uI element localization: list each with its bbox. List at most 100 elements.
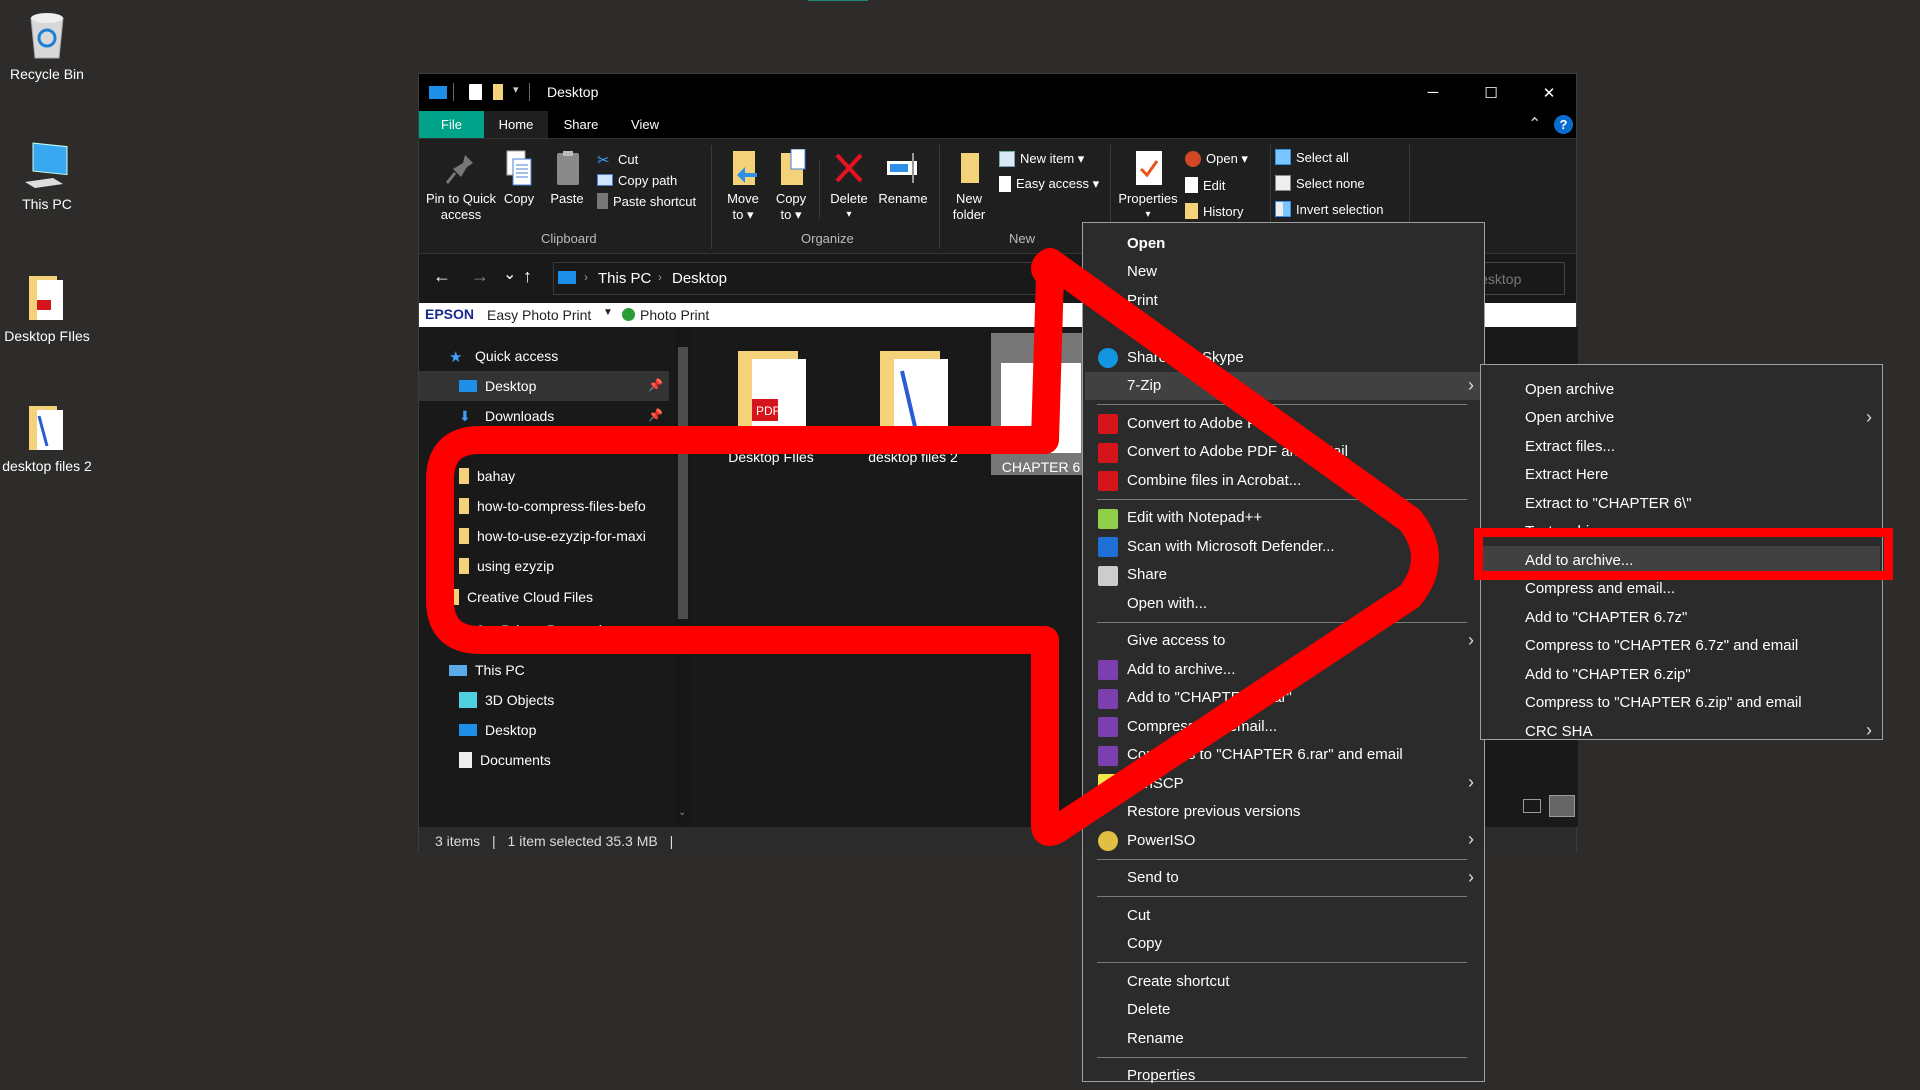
nav-item-desktop-pc[interactable]: Desktop <box>419 715 669 745</box>
breadcrumb-this-pc[interactable]: This PC <box>598 270 651 287</box>
large-icons-view-icon[interactable] <box>1549 795 1575 817</box>
context-menu-item-winscp[interactable]: WinSCP › <box>1085 769 1482 797</box>
new-folder-button[interactable]: New folder <box>945 149 993 223</box>
open-button[interactable]: Open ▾ <box>1185 149 1248 169</box>
nav-item-bahay[interactable]: bahay <box>419 461 669 491</box>
context-menu-item-combine-files-in-acrobat[interactable]: Combine files in Acrobat... <box>1085 466 1482 494</box>
scrollbar-thumb[interactable] <box>678 347 688 619</box>
customize-quick-access-icon[interactable]: ▾ <box>513 83 519 96</box>
context-menu-item-convert-to-adobe-pdf[interactable]: Convert to Adobe PDF <box>1085 409 1482 437</box>
easy-access-button[interactable]: Easy access ▾ <box>999 174 1099 194</box>
context-menu-item-add-to-archive[interactable]: Add to archive... <box>1085 655 1482 683</box>
paste-shortcut-button[interactable]: Paste shortcut <box>597 191 696 211</box>
forward-button[interactable]: → <box>471 266 489 287</box>
nav-item-pictures[interactable]: Pictures 📌 <box>419 431 669 461</box>
collapse-ribbon-icon[interactable]: ⌃ <box>1528 114 1541 134</box>
nav-item-downloads[interactable]: ⬇ Downloads 📌 <box>419 401 669 431</box>
photo-print-button[interactable]: Photo Print <box>640 307 709 323</box>
pin-to-quick-access-button[interactable]: Pin to Quick access <box>425 149 497 223</box>
desktop-icon-desktop-files[interactable]: Desktop FIles <box>0 270 95 344</box>
properties-button[interactable]: Properties ▾ <box>1115 149 1181 223</box>
7zip-menu-item-extract-files[interactable]: Extract files... <box>1483 432 1880 460</box>
7zip-menu-item-compress-to-chapter-6-7z-and-email[interactable]: Compress to "CHAPTER 6.7z" and email <box>1483 632 1880 660</box>
7zip-menu-item-add-to-chapter-6-7z[interactable]: Add to "CHAPTER 6.7z" <box>1483 603 1880 631</box>
context-menu-item-properties[interactable]: Properties <box>1085 1062 1482 1090</box>
scroll-down-icon[interactable]: ⌄ <box>678 807 686 818</box>
nav-item-how-to-use-ezyzip[interactable]: how-to-use-ezyzip-for-maxi <box>419 521 669 551</box>
file-item-desktop-files-2[interactable]: desktop files 2 <box>853 341 973 465</box>
context-menu-item-7-zip[interactable]: 7-Zip › <box>1085 371 1482 400</box>
tab-file[interactable]: File <box>419 111 484 138</box>
help-icon[interactable]: ? <box>1554 115 1573 134</box>
context-menu-item-open[interactable]: Open <box>1085 229 1482 257</box>
context-menu-item-delete[interactable]: Delete <box>1085 996 1482 1024</box>
desktop-icon-recycle-bin[interactable]: Recycle Bin <box>0 8 95 82</box>
delete-button[interactable]: Delete ▾ <box>823 149 875 223</box>
context-menu-item-open-with[interactable]: Open with... <box>1085 589 1482 617</box>
easy-photo-print-button[interactable]: Easy Photo Print <box>487 307 591 323</box>
select-none-button[interactable]: Select none <box>1275 173 1365 193</box>
nav-item-using-ezyzip[interactable]: using ezyzip <box>419 551 669 581</box>
context-menu-item-add-to-chapter-6-rar[interactable]: Add to "CHAPTER 6.rar" <box>1085 684 1482 712</box>
context-menu-item-share[interactable]: Share <box>1085 561 1482 589</box>
back-button[interactable]: ← <box>433 266 451 287</box>
copy-to-button[interactable]: Copy to ▾ <box>767 148 815 223</box>
7zip-menu-item-open-archive[interactable]: Open archive › <box>1483 404 1880 432</box>
context-menu-item-compress-and-email[interactable]: Compress and email... <box>1085 712 1482 740</box>
context-menu-item-print[interactable]: Print <box>1085 286 1482 314</box>
recent-locations-button[interactable]: ⌄ <box>503 264 516 284</box>
nav-item-how-to-compress[interactable]: how-to-compress-files-befo <box>419 491 669 521</box>
history-button[interactable]: History <box>1185 201 1243 221</box>
7zip-menu-item-extract-to-chapter-6[interactable]: Extract to "CHAPTER 6\" <box>1483 489 1880 517</box>
context-menu-item-new[interactable]: New <box>1085 258 1482 286</box>
minimize-button[interactable]: ─ <box>1404 74 1462 111</box>
breadcrumb-desktop[interactable]: Desktop <box>672 270 727 287</box>
invert-selection-button[interactable]: Invert selection <box>1275 199 1383 219</box>
maximize-button[interactable]: ☐ <box>1462 74 1520 111</box>
address-bar[interactable]: › This PC › Desktop <box>553 262 1053 295</box>
context-menu-item-copy[interactable]: Copy <box>1085 930 1482 958</box>
context-menu-item-cut[interactable]: Cut <box>1085 901 1482 929</box>
context-menu-item-compress-to-chapter-6-rar-and-email[interactable]: Compress to "CHAPTER 6.rar" and email <box>1085 741 1482 769</box>
7zip-menu-item-compress-to-chapter-6-zip-and-email[interactable]: Compress to "CHAPTER 6.zip" and email <box>1483 689 1880 717</box>
nav-item-documents[interactable]: Documents <box>419 745 669 775</box>
context-menu-item-create-shortcut[interactable]: Create shortcut <box>1085 967 1482 995</box>
nav-item-onedrive[interactable]: ☁ OneDrive - Personal <box>419 615 669 645</box>
context-menu-item-restore-previous-versions[interactable]: Restore previous versions <box>1085 798 1482 826</box>
context-menu-item-edit-with-notepad[interactable]: Edit with Notepad++ <box>1085 504 1482 532</box>
paste-button[interactable]: Paste <box>541 149 593 207</box>
details-view-icon[interactable] <box>1523 799 1541 813</box>
edit-button[interactable]: Edit <box>1185 175 1225 195</box>
context-menu-item-poweriso[interactable]: PowerISO › <box>1085 826 1482 854</box>
context-menu-item-scan-with-microsoft-defender[interactable]: Scan with Microsoft Defender... <box>1085 532 1482 560</box>
nav-item-desktop[interactable]: Desktop 📌 <box>419 371 669 401</box>
context-menu-item-share-with-skype[interactable]: Share with Skype <box>1085 343 1482 371</box>
nav-item-this-pc[interactable]: This PC <box>419 655 669 685</box>
7zip-menu-item-open-archive[interactable]: Open archive <box>1483 375 1880 403</box>
nav-item-3d-objects[interactable]: 3D Objects <box>419 685 669 715</box>
7zip-menu-item-extract-here[interactable]: Extract Here <box>1483 461 1880 489</box>
copy-path-button[interactable]: Copy path <box>597 170 677 190</box>
close-button[interactable]: ✕ <box>1520 74 1578 111</box>
desktop-icon-this-pc[interactable]: This PC <box>0 138 95 212</box>
context-menu-item-send-to[interactable]: Send to › <box>1085 864 1482 892</box>
7zip-menu-item-add-to-chapter-6-zip[interactable]: Add to "CHAPTER 6.zip" <box>1483 660 1880 688</box>
new-folder-quick-icon[interactable] <box>493 84 503 100</box>
context-menu-item-convert-to-adobe-pdf-and-email[interactable]: Convert to Adobe PDF and EMail <box>1085 438 1482 466</box>
cut-button[interactable]: ✂ Cut <box>597 149 638 170</box>
dropdown-icon[interactable]: ▼ <box>603 307 613 318</box>
properties-quick-icon[interactable] <box>469 84 482 100</box>
context-menu-item-rename[interactable]: Rename <box>1085 1024 1482 1052</box>
7zip-menu-item-crc-sha[interactable]: CRC SHA › <box>1483 717 1880 745</box>
nav-item-quick-access[interactable]: ★ Quick access <box>419 341 669 371</box>
up-button[interactable]: ↑ <box>523 266 532 287</box>
copy-button[interactable]: Copy <box>497 149 541 207</box>
tab-share[interactable]: Share <box>549 111 613 138</box>
file-item-chapter-6[interactable]: CHAPTER 6 <box>991 333 1091 475</box>
new-item-button[interactable]: New item ▾ <box>999 149 1084 169</box>
move-to-button[interactable]: Move to ▾ <box>719 149 767 223</box>
rename-button[interactable]: Rename <box>875 149 931 207</box>
nav-item-creative-cloud[interactable]: Creative Cloud Files <box>419 585 669 609</box>
context-menu-item-view[interactable]: View <box>1085 315 1482 343</box>
select-all-button[interactable]: Select all <box>1275 147 1349 167</box>
